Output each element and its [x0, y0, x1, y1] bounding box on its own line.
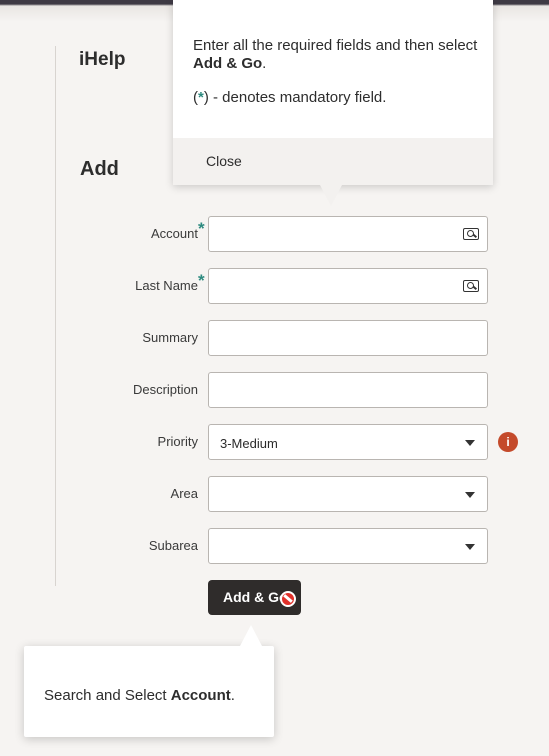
guide-tooltip-bottom: Search and Select Account. — [24, 625, 274, 737]
tooltip-footer: Close — [173, 138, 493, 185]
priority-value: 3-Medium — [220, 436, 278, 451]
panel-divider — [55, 46, 56, 586]
form-row-account: Account * — [100, 216, 500, 252]
priority-label: Priority — [157, 434, 198, 449]
info-icon[interactable]: i — [498, 432, 518, 452]
form-row-subarea: Subarea — [100, 528, 500, 564]
description-field[interactable] — [208, 372, 488, 408]
last-name-field[interactable] — [208, 268, 488, 304]
account-field[interactable] — [208, 216, 488, 252]
chevron-down-icon[interactable] — [465, 492, 475, 498]
mandatory-note: (*) - denotes mandatory field. — [193, 89, 387, 106]
add-and-go-button[interactable]: Add & Go — [208, 580, 301, 615]
form-row-area: Area — [100, 476, 500, 512]
chevron-down-icon[interactable] — [465, 544, 475, 550]
required-marker: * — [198, 271, 205, 290]
summary-field[interactable] — [208, 320, 488, 356]
lookup-icon[interactable] — [463, 228, 479, 240]
description-label: Description — [132, 382, 198, 397]
area-label: Area — [170, 486, 198, 501]
tooltip-pointer — [320, 185, 342, 206]
app-title: iHelp — [79, 49, 126, 70]
form-row-description: Description — [100, 372, 500, 408]
page-title: Add — [80, 158, 119, 180]
tooltip-pointer — [240, 625, 262, 646]
priority-select[interactable]: 3-Medium — [208, 424, 488, 460]
guide-tooltip-top: Enter all the required fields and then s… — [173, 0, 493, 206]
area-select[interactable] — [208, 476, 488, 512]
lookup-icon[interactable] — [463, 280, 479, 292]
account-label: Account * — [151, 219, 205, 241]
form-row-last-name: Last Name * — [100, 268, 500, 304]
close-button[interactable]: Close — [206, 153, 242, 169]
not-allowed-icon — [280, 591, 296, 607]
form-row-priority: Priority 3-Medium i — [100, 424, 518, 460]
tooltip-message: Search and Select Account. — [44, 687, 235, 704]
required-marker: * — [198, 219, 205, 238]
subarea-label: Subarea — [148, 538, 198, 553]
tooltip-message: Enter all the required fields and then s… — [193, 37, 478, 72]
form-row-summary: Summary — [100, 320, 500, 356]
chevron-down-icon[interactable] — [465, 440, 475, 446]
summary-label: Summary — [142, 330, 198, 345]
subarea-select[interactable] — [208, 528, 488, 564]
last-name-label: Last Name * — [135, 271, 205, 293]
